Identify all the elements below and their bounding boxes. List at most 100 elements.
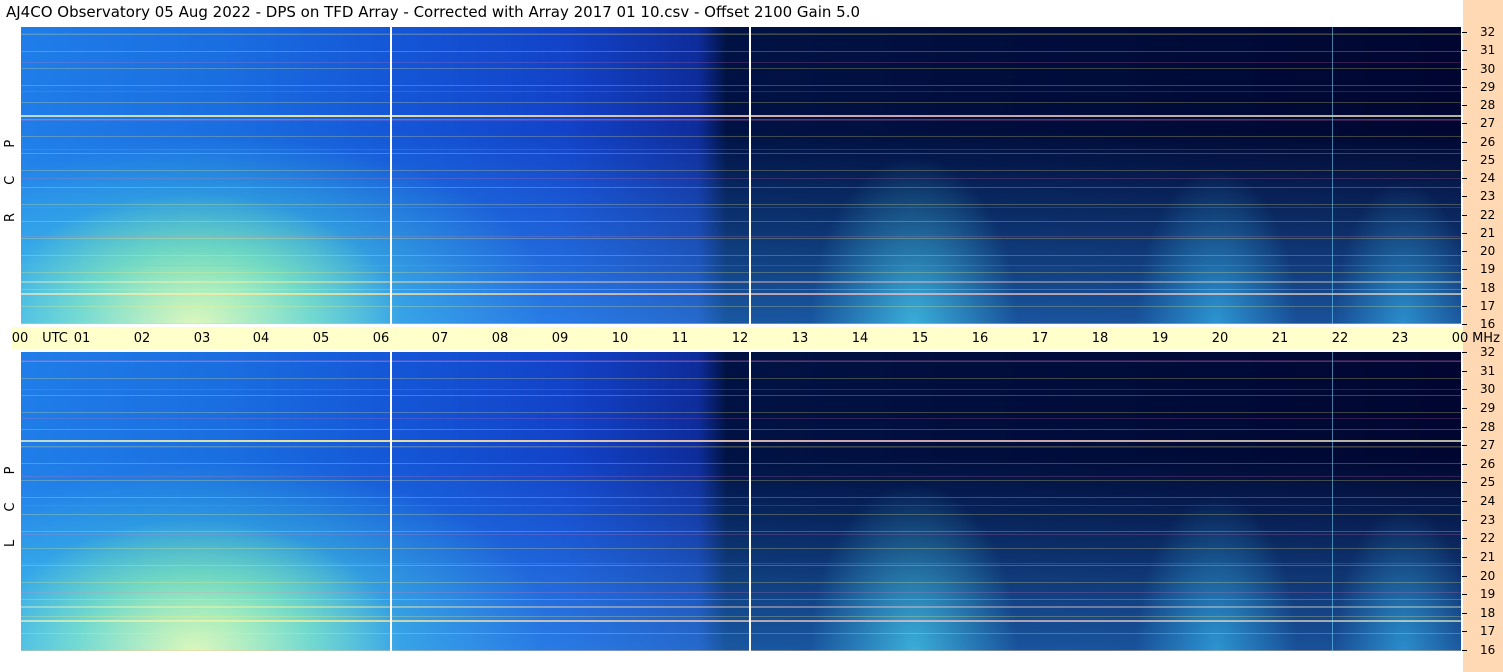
time-tick-label: 07 bbox=[431, 331, 449, 346]
time-tick-label: 00 bbox=[11, 331, 29, 346]
frequency-tick-label: 29 bbox=[1480, 400, 1496, 415]
frequency-tick bbox=[1462, 50, 1467, 52]
frequency-tick bbox=[1462, 68, 1467, 70]
frequency-tick bbox=[1462, 324, 1467, 325]
frequency-tick bbox=[1462, 32, 1467, 33]
frequency-tick bbox=[1462, 178, 1467, 179]
frequency-tick-label: 31 bbox=[1480, 43, 1496, 58]
lcp-label: L C P bbox=[3, 454, 18, 547]
frequency-tick-label: 21 bbox=[1480, 225, 1496, 240]
frequency-tick-label: 17 bbox=[1480, 298, 1496, 313]
frequency-tick-label: 17 bbox=[1480, 624, 1496, 639]
time-tick-label: UTC bbox=[42, 331, 68, 346]
rcp-spectrogram[interactable] bbox=[21, 27, 1461, 324]
frequency-tick-label: 19 bbox=[1480, 587, 1496, 602]
time-tick-label: MHz bbox=[1472, 331, 1500, 346]
frequency-tick bbox=[1462, 463, 1467, 465]
frequency-tick-label: 27 bbox=[1480, 438, 1496, 453]
frequency-tick-label: 22 bbox=[1480, 531, 1496, 546]
frequency-tick bbox=[1462, 650, 1467, 651]
frequency-tick-label: 31 bbox=[1480, 363, 1496, 378]
band-18mhz bbox=[21, 293, 1461, 295]
time-tick-label: 19 bbox=[1151, 331, 1169, 346]
time-tick-label: 11 bbox=[671, 331, 689, 346]
time-tick-label: 03 bbox=[193, 331, 211, 346]
time-tick-label: 00 bbox=[1451, 331, 1469, 346]
marker-line bbox=[390, 27, 392, 324]
frequency-tick-label: 20 bbox=[1480, 244, 1496, 258]
rcp-label: R C P bbox=[3, 127, 18, 222]
frequency-tick bbox=[1462, 196, 1467, 198]
frequency-tick-label: 18 bbox=[1480, 605, 1496, 620]
frequency-tick bbox=[1462, 141, 1467, 143]
frequency-tick bbox=[1462, 370, 1467, 372]
time-tick-label: 18 bbox=[1091, 331, 1109, 346]
marker-line bbox=[390, 352, 392, 651]
frequency-tick-label: 26 bbox=[1480, 456, 1496, 471]
frequency-tick-label: 16 bbox=[1480, 643, 1496, 657]
frequency-tick bbox=[1462, 159, 1467, 161]
time-tick-label: 22 bbox=[1331, 331, 1349, 346]
frequency-tick-label: 24 bbox=[1480, 494, 1496, 508]
spectrogram-interference-rows bbox=[21, 27, 1461, 324]
frequency-tick bbox=[1462, 445, 1467, 447]
marker-line bbox=[749, 352, 751, 651]
frequency-tick-label: 27 bbox=[1480, 116, 1496, 131]
frequency-tick-label: 25 bbox=[1480, 475, 1496, 490]
time-tick-label: 10 bbox=[611, 331, 629, 346]
frequency-tick-label: 30 bbox=[1480, 382, 1496, 397]
frequency-tick-label: 22 bbox=[1480, 207, 1496, 222]
time-tick-label: 14 bbox=[851, 331, 869, 346]
band-19mhz bbox=[21, 281, 1461, 283]
frequency-tick bbox=[1462, 105, 1467, 106]
time-tick-label: 13 bbox=[791, 331, 809, 346]
frequency-tick bbox=[1462, 594, 1467, 596]
frequency-tick bbox=[1462, 426, 1467, 428]
time-tick-label: 21 bbox=[1271, 331, 1289, 346]
lcp-spectrogram[interactable] bbox=[21, 352, 1461, 651]
frequency-tick bbox=[1462, 501, 1467, 502]
frequency-tick bbox=[1462, 612, 1467, 614]
frequency-tick-label: 25 bbox=[1480, 152, 1496, 167]
frequency-tick-label: 32 bbox=[1480, 345, 1496, 359]
frequency-tick-label: 28 bbox=[1480, 419, 1496, 434]
band-27mhz bbox=[21, 440, 1461, 442]
band-27mhz bbox=[21, 115, 1461, 117]
time-tick-label: 20 bbox=[1211, 331, 1229, 346]
frequency-tick bbox=[1462, 305, 1467, 307]
frequency-tick-label: 20 bbox=[1480, 568, 1496, 583]
frequency-tick-label: 24 bbox=[1480, 171, 1496, 185]
frequency-tick bbox=[1462, 86, 1467, 88]
time-tick-label: 02 bbox=[133, 331, 151, 346]
frequency-tick bbox=[1462, 269, 1467, 271]
frequency-tick bbox=[1462, 123, 1467, 125]
frequency-tick-label: 26 bbox=[1480, 134, 1496, 149]
time-tick-label: 12 bbox=[731, 331, 749, 346]
time-tick-label: 17 bbox=[1031, 331, 1049, 346]
frequency-tick bbox=[1462, 538, 1467, 540]
frequency-tick-label: 30 bbox=[1480, 61, 1496, 76]
band-19mhz bbox=[21, 606, 1461, 608]
frequency-tick bbox=[1462, 575, 1467, 577]
gridline bbox=[1332, 352, 1333, 651]
frequency-tick-label: 23 bbox=[1480, 189, 1496, 204]
time-tick-label: 09 bbox=[551, 331, 569, 346]
frequency-tick bbox=[1462, 214, 1467, 216]
frequency-tick bbox=[1462, 482, 1467, 484]
frequency-tick bbox=[1462, 556, 1467, 558]
band-18mhz bbox=[21, 620, 1461, 622]
time-tick-label: 01 bbox=[73, 331, 91, 346]
frequency-tick-label: 29 bbox=[1480, 79, 1496, 94]
time-tick-label: 08 bbox=[491, 331, 509, 346]
frequency-tick bbox=[1462, 389, 1467, 391]
time-tick-label: 05 bbox=[312, 331, 330, 346]
frequency-tick-label: 23 bbox=[1480, 512, 1496, 527]
time-tick-label: 23 bbox=[1391, 331, 1409, 346]
page-title: AJ4CO Observatory 05 Aug 2022 - DPS on T… bbox=[6, 3, 861, 21]
frequency-tick-label: 16 bbox=[1480, 317, 1496, 331]
marker-line bbox=[749, 27, 751, 324]
frequency-tick-label: 19 bbox=[1480, 262, 1496, 277]
time-tick-label: 15 bbox=[911, 331, 929, 346]
time-tick-label: 04 bbox=[252, 331, 270, 346]
frequency-tick bbox=[1462, 251, 1467, 252]
